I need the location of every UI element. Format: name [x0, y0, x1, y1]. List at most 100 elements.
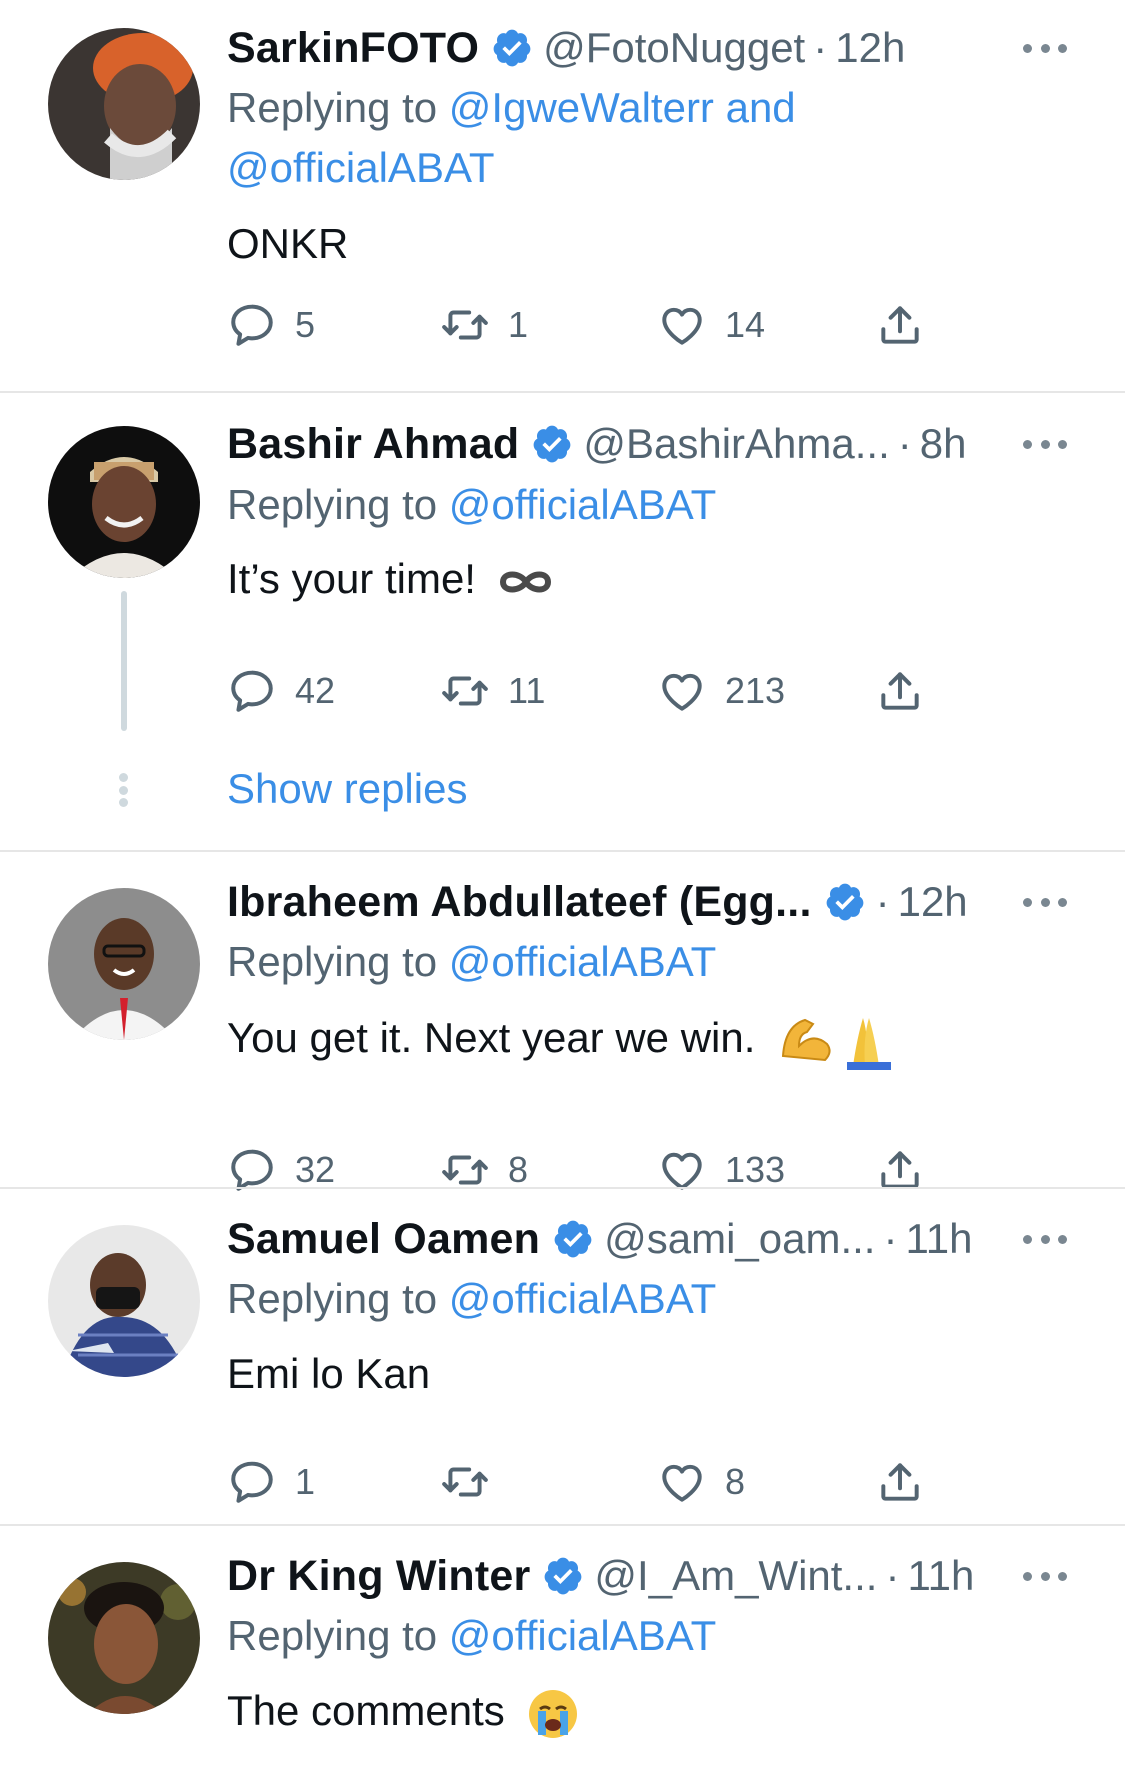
like-button[interactable]: 8	[657, 1452, 745, 1512]
more-options-icon[interactable]	[1023, 896, 1067, 908]
infinity-icon	[499, 571, 551, 593]
separator-dot: ·	[897, 420, 912, 467]
replying-to: Replying to @IgweWalterr and @officialAB…	[227, 78, 987, 198]
replying-to-label: Replying to	[227, 84, 449, 131]
verified-badge-icon	[824, 881, 866, 923]
tweet-card[interactable]: Ibraheem Abdullateef (Egg... · 12h Reply…	[0, 852, 1125, 1190]
share-button[interactable]	[875, 295, 925, 355]
like-button[interactable]: 14	[657, 295, 765, 355]
more-options-icon[interactable]	[1023, 42, 1067, 54]
display-name[interactable]: Dr King Winter	[227, 1552, 530, 1601]
retweet-count: 11	[508, 670, 546, 711]
retweet-button[interactable]	[440, 1452, 508, 1512]
action-bar: 1 8	[227, 1452, 947, 1512]
tweet-text: Emi lo Kan	[227, 1350, 431, 1397]
reply-icon	[227, 1457, 277, 1507]
like-count: 14	[725, 304, 766, 345]
display-name[interactable]: Bashir Ahmad	[227, 420, 519, 469]
share-button[interactable]	[875, 1452, 925, 1512]
separator-dot: ·	[813, 24, 828, 71]
username[interactable]: @I_Am_Wint...	[594, 1552, 877, 1600]
timestamp[interactable]: 8h	[920, 420, 967, 468]
avatar[interactable]	[48, 1225, 200, 1377]
share-icon	[875, 666, 925, 716]
timestamp[interactable]: 12h	[835, 24, 905, 72]
verified-badge-icon	[491, 27, 533, 69]
verified-badge-icon	[552, 1218, 594, 1260]
timestamp[interactable]: 11h	[907, 1552, 974, 1600]
more-options-icon[interactable]	[1023, 1570, 1067, 1582]
replying-to: Replying to @officialABAT	[227, 475, 987, 535]
timestamp[interactable]: 12h	[898, 878, 968, 926]
reply-button[interactable]: 1	[227, 1452, 315, 1512]
show-replies-link[interactable]: Show replies	[227, 759, 467, 819]
reply-button[interactable]: 5	[227, 295, 315, 355]
retweet-icon	[440, 666, 490, 716]
username[interactable]: @BashirAhma...	[583, 420, 889, 468]
reply-icon	[227, 300, 277, 350]
replying-to-label: Replying to	[227, 1612, 449, 1659]
share-button[interactable]	[875, 661, 925, 721]
mention-link[interactable]: @officialABAT	[449, 1275, 717, 1322]
tweet-text: You get it. Next year we win.	[227, 1014, 756, 1061]
retweet-button[interactable]: 1	[440, 295, 528, 355]
avatar[interactable]	[48, 888, 200, 1040]
like-count: 213	[725, 670, 786, 711]
tweet-card[interactable]: Dr King Winter @I_Am_Wint... · 11h Reply…	[0, 1526, 1125, 1777]
share-icon	[875, 1457, 925, 1507]
more-options-icon[interactable]	[1023, 438, 1067, 450]
replying-to: Replying to @officialABAT	[227, 1269, 987, 1329]
thread-line	[121, 591, 127, 731]
username[interactable]: @sami_oam...	[604, 1215, 875, 1263]
avatar[interactable]	[48, 28, 200, 180]
heart-icon	[657, 666, 707, 716]
tweet-card[interactable]: SarkinFOTO @FotoNugget · 12h Replying to…	[0, 0, 1125, 392]
mention-link[interactable]: @officialABAT	[449, 1612, 717, 1659]
tweet-text: It’s your time!	[227, 555, 476, 602]
replying-to-label: Replying to	[227, 938, 449, 985]
action-bar: 42 11 213	[227, 661, 947, 721]
more-options-icon[interactable]	[1023, 1233, 1067, 1245]
replying-to: Replying to @officialABAT	[227, 1606, 987, 1666]
like-count: 8	[725, 1461, 746, 1502]
like-button[interactable]: 213	[657, 661, 785, 721]
replying-to-label: Replying to	[227, 481, 449, 528]
loudly-crying-face-emoji	[529, 1689, 578, 1738]
verified-badge-icon	[542, 1555, 584, 1597]
replies-feed: SarkinFOTO @FotoNugget · 12h Replying to…	[0, 0, 1125, 1777]
action-bar: 5 1 14	[227, 295, 947, 355]
retweet-button[interactable]: 11	[440, 661, 545, 721]
username[interactable]: @FotoNugget	[543, 24, 805, 72]
reply-count: 32	[295, 1149, 336, 1190]
flexed-biceps-and-folded-hands-emoji	[781, 1017, 892, 1070]
separator-dot: ·	[883, 1215, 898, 1262]
replying-to-label: Replying to	[227, 1275, 449, 1322]
tweet-card[interactable]: Samuel Oamen @sami_oam... · 11h Replying…	[0, 1189, 1125, 1525]
retweet-count: 8	[508, 1149, 529, 1190]
display-name[interactable]: Ibraheem Abdullateef (Egg...	[227, 878, 812, 927]
mention-link[interactable]: @officialABAT	[449, 481, 717, 528]
thread-dots	[119, 773, 129, 807]
heart-icon	[657, 300, 707, 350]
reply-button[interactable]: 42	[227, 661, 335, 721]
heart-icon	[657, 1457, 707, 1507]
tweet-body: The comments	[227, 1681, 580, 1741]
tweet-body: It’s your time!	[227, 549, 554, 609]
reply-count: 42	[295, 670, 336, 711]
reply-count: 1	[295, 1461, 316, 1502]
like-count: 133	[725, 1149, 786, 1190]
reply-icon	[227, 666, 277, 716]
tweet-body: You get it. Next year we win.	[227, 1008, 895, 1070]
timestamp[interactable]: 11h	[905, 1215, 972, 1263]
mention-link[interactable]: @officialABAT	[449, 938, 717, 985]
separator-dot: ·	[885, 1552, 900, 1599]
display-name[interactable]: Samuel Oamen	[227, 1215, 540, 1264]
retweet-icon	[440, 1457, 490, 1507]
display-name[interactable]: SarkinFOTO	[227, 24, 479, 73]
replying-to: Replying to @officialABAT	[227, 932, 987, 992]
tweet-text: The comments	[227, 1687, 505, 1734]
tweet-card[interactable]: Bashir Ahmad @BashirAhma... · 8h Replyin…	[0, 393, 1125, 850]
avatar[interactable]	[48, 1562, 200, 1714]
avatar[interactable]	[48, 426, 200, 578]
tweet-text: ONKR	[227, 220, 349, 267]
